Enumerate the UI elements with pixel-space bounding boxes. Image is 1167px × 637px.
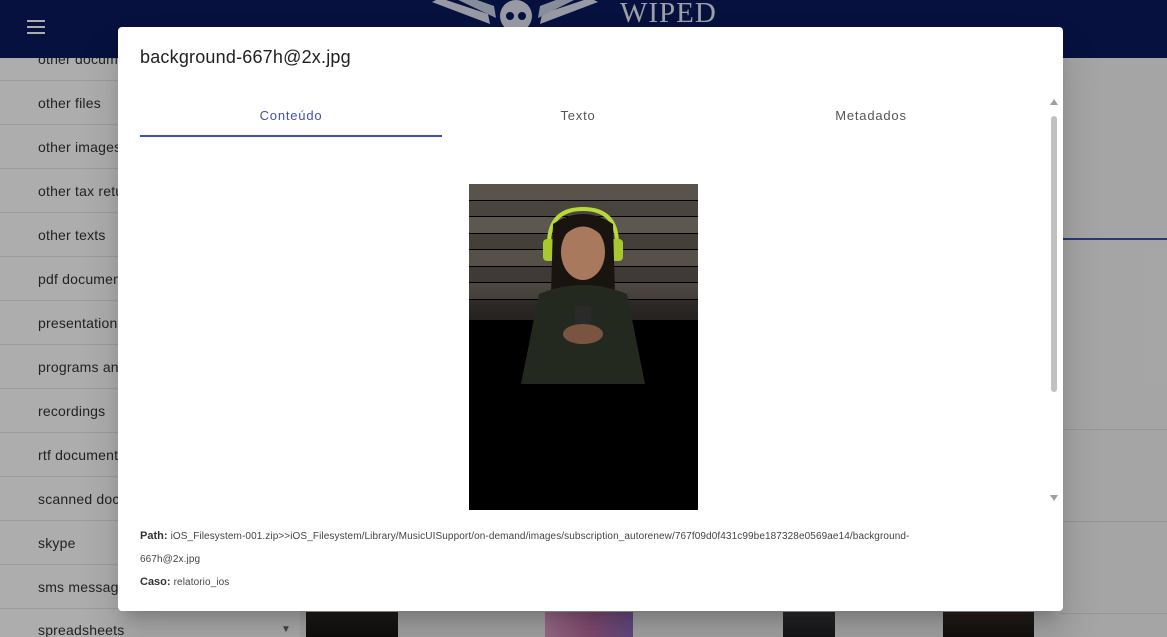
scroll-down-arrow-icon[interactable] <box>1050 495 1058 501</box>
scrollbar-thumb[interactable] <box>1051 116 1057 392</box>
path-line: Path: iOS_Filesystem-001.zip>>iOS_Filesy… <box>140 530 909 542</box>
scrollbar[interactable] <box>1048 99 1060 504</box>
file-preview-dialog: background-667h@2x.jpg Conteúdo Texto Me… <box>118 27 1063 611</box>
scroll-up-arrow-icon[interactable] <box>1050 99 1058 105</box>
tab-metadados[interactable]: Metadados <box>728 108 1014 138</box>
path-line-continued: 667h@2x.jpg <box>140 553 200 565</box>
active-tab-indicator <box>140 135 442 137</box>
path-value: iOS_Filesystem-001.zip>>iOS_Filesystem/L… <box>170 531 910 542</box>
dialog-title: background-667h@2x.jpg <box>140 47 351 67</box>
tab-conteudo[interactable]: Conteúdo <box>140 108 442 138</box>
case-label: Caso: <box>140 576 171 588</box>
image-preview <box>469 184 698 510</box>
path-value-continued: 667h@2x.jpg <box>140 554 201 565</box>
path-label: Path: <box>140 530 168 542</box>
case-line: Caso: relatorio_ios <box>140 576 229 588</box>
tab-texto[interactable]: Texto <box>428 108 728 138</box>
case-value: relatorio_ios <box>173 577 230 588</box>
